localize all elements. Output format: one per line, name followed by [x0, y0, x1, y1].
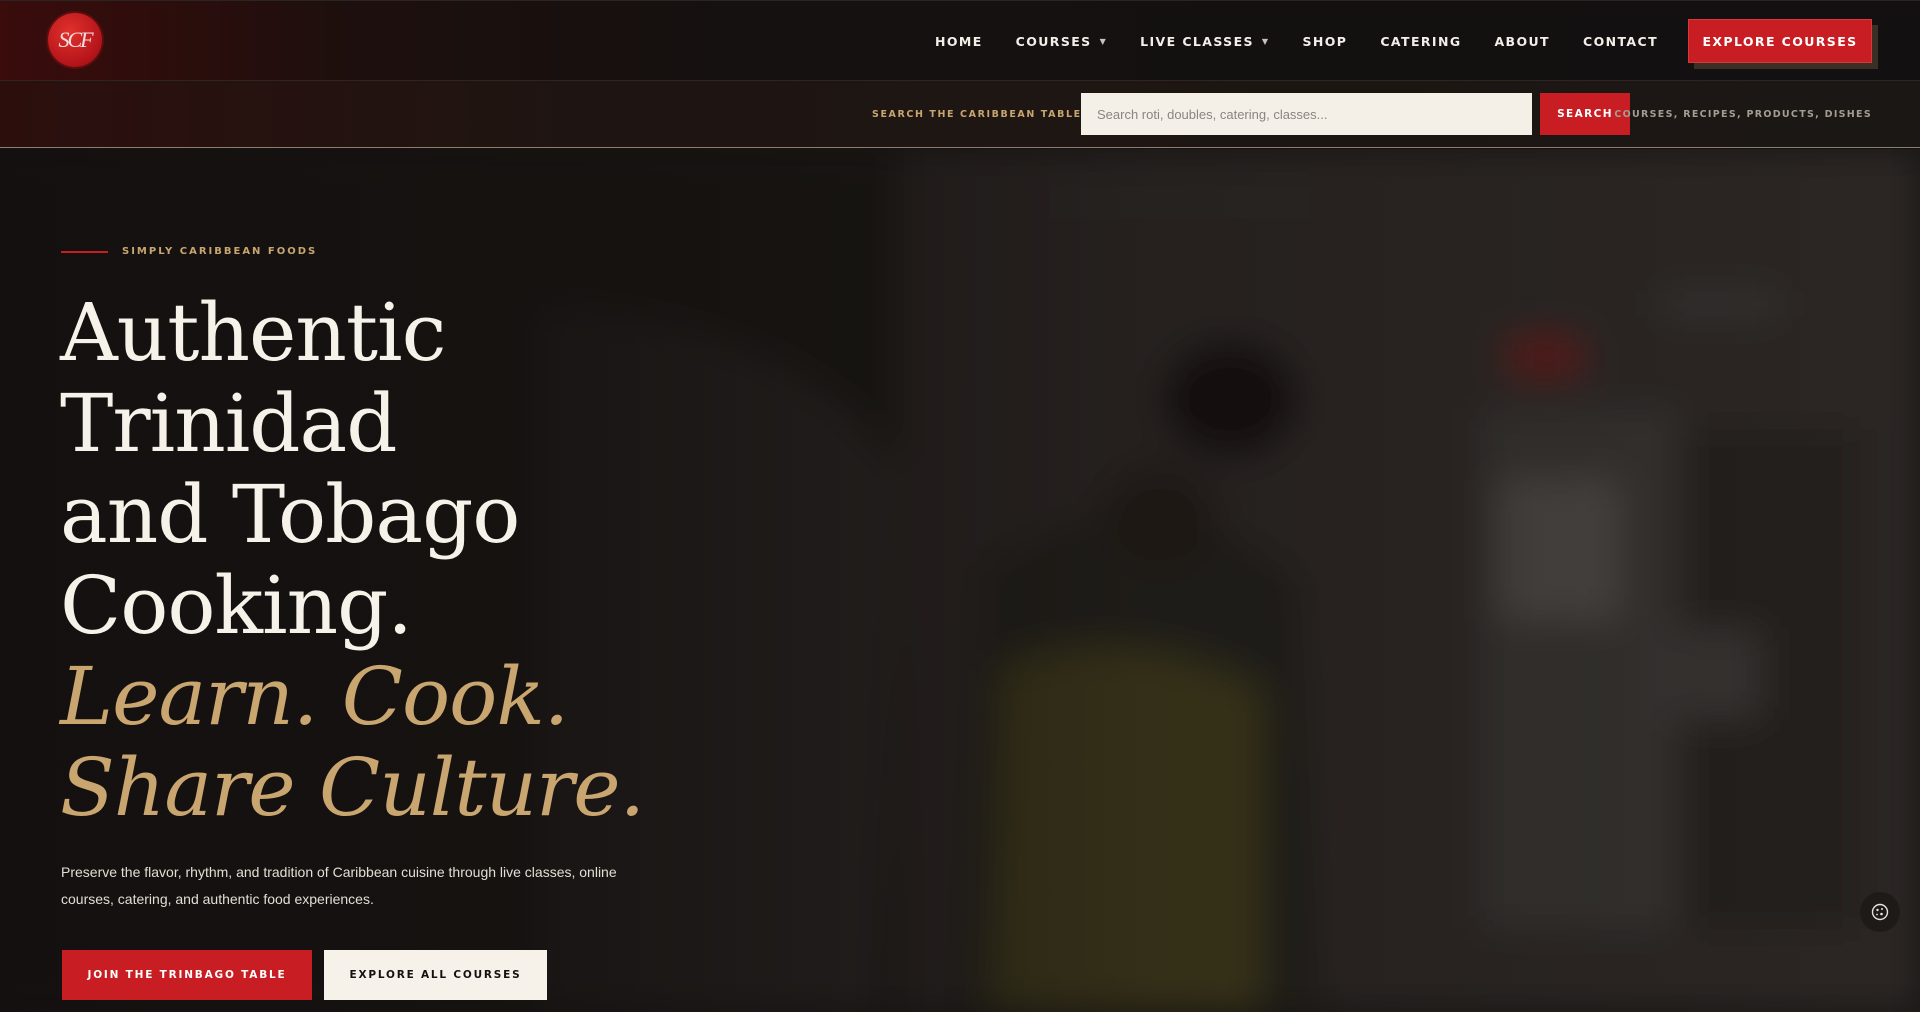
explore-all-courses-button[interactable]: EXPLORE ALL COURSES [324, 950, 547, 1000]
headline-line: Trinidad [60, 377, 397, 470]
top-navigation: SCF HOME COURSES ▼ LIVE CLASSES ▼ SHOP C… [0, 0, 1920, 80]
explore-courses-button[interactable]: EXPLORE COURSES [1688, 19, 1872, 63]
nav-item-label: ABOUT [1494, 33, 1550, 49]
brand-logo[interactable]: SCF [48, 13, 102, 67]
eyebrow-text: SIMPLY CARIBBEAN FOODS [122, 246, 318, 257]
nav-item-label: LIVE CLASSES [1140, 33, 1254, 49]
headline-accent-line: Learn. Cook. [60, 650, 569, 743]
hero-headline: Authentic Trinidad and Tobago Cooking. L… [60, 286, 645, 834]
nav-item-contact[interactable]: CONTACT [1583, 34, 1658, 49]
nav-item-label: CONTACT [1583, 33, 1658, 49]
hero-section: SIMPLY CARIBBEAN FOODS Authentic Trinida… [0, 149, 1920, 1012]
search-hint: COURSES, RECIPES, PRODUCTS, DISHES [1614, 109, 1872, 120]
nav-item-catering[interactable]: CATERING [1380, 34, 1461, 49]
hero-eyebrow: SIMPLY CARIBBEAN FOODS [61, 246, 317, 257]
chevron-down-icon: ▼ [1261, 36, 1270, 46]
logo-monogram: SCF [58, 27, 93, 52]
cookie-icon [1871, 903, 1889, 921]
nav-item-label: CATERING [1380, 33, 1462, 49]
headline-line: Cooking. [60, 559, 413, 652]
nav-item-live-classes[interactable]: LIVE CLASSES ▼ [1140, 34, 1269, 49]
nav-item-label: HOME [934, 33, 983, 49]
headline-accent-line: Share Culture. [60, 741, 645, 834]
hero-description: Preserve the flavor, rhythm, and traditi… [61, 864, 617, 907]
eyebrow-divider [61, 250, 108, 253]
join-trinbago-table-button[interactable]: JOIN THE TRINBAGO TABLE [62, 950, 312, 1000]
nav-item-courses[interactable]: COURSES ▼ [1016, 34, 1107, 49]
nav-item-shop[interactable]: SHOP [1302, 34, 1347, 49]
nav-item-label: COURSES [1015, 33, 1092, 49]
search-bar: SEARCH THE CARIBBEAN TABLE SEARCH COURSE… [0, 80, 1920, 148]
nav-item-about[interactable]: ABOUT [1494, 34, 1550, 49]
main-nav: HOME COURSES ▼ LIVE CLASSES ▼ SHOP CATER… [935, 19, 1872, 63]
nav-item-home[interactable]: HOME [935, 34, 983, 49]
headline-line: and Tobago [60, 468, 520, 561]
search-label: SEARCH THE CARIBBEAN TABLE [872, 109, 1082, 120]
chevron-down-icon: ▼ [1099, 36, 1108, 46]
headline-line: Authentic [60, 286, 446, 379]
cookie-settings-button[interactable] [1860, 892, 1900, 932]
search-input[interactable] [1081, 93, 1532, 135]
nav-item-label: SHOP [1302, 33, 1348, 49]
